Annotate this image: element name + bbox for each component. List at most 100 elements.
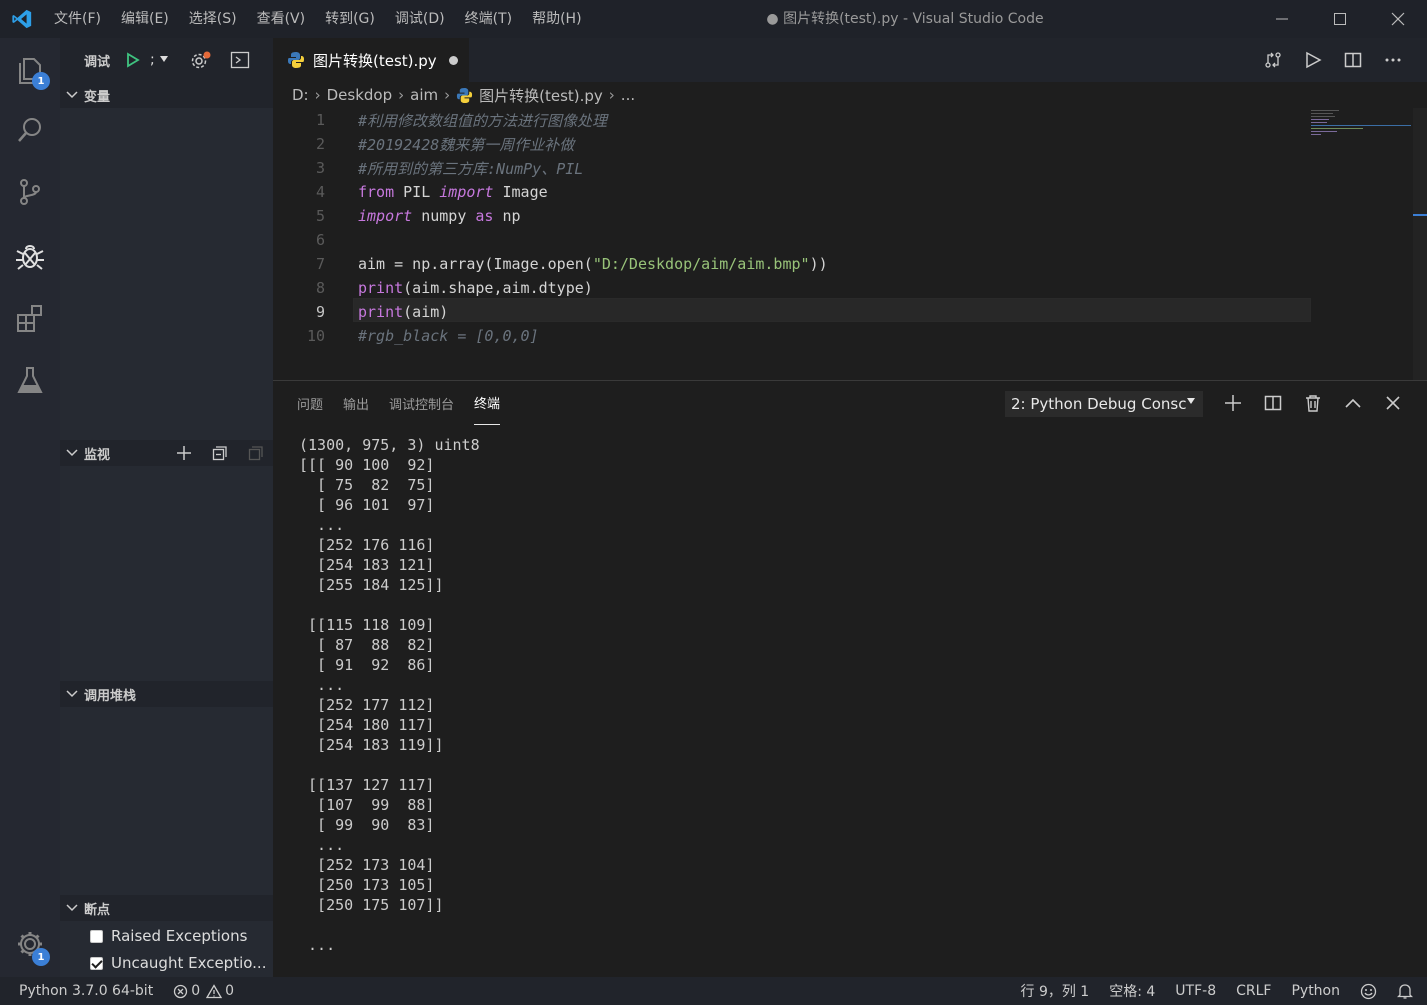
menu-terminal[interactable]: 终端(T) — [455, 0, 522, 38]
editor-scrollbar[interactable] — [1413, 108, 1427, 380]
warning-count: 0 — [225, 983, 235, 999]
play-icon — [127, 52, 140, 68]
chevron-up-icon — [1345, 398, 1361, 408]
debug-config-select[interactable]: ; — [148, 50, 170, 72]
breadcrumb-folder-deskdop[interactable]: Deskdop — [327, 86, 393, 104]
open-launch-json-button[interactable] — [190, 50, 212, 74]
collapse-all-button[interactable] — [212, 445, 228, 465]
feedback-button[interactable] — [1350, 983, 1387, 1000]
minimize-button[interactable] — [1253, 0, 1311, 38]
tab-debug-console[interactable]: 调试控制台 — [389, 381, 454, 425]
breadcrumb-symbol[interactable]: ... — [621, 86, 635, 104]
run-file-button[interactable] — [1293, 38, 1333, 82]
menu-selection[interactable]: 选择(S) — [179, 0, 247, 38]
split-terminal-icon — [1264, 395, 1282, 411]
callstack-section-header[interactable]: 调用堆栈 — [60, 681, 273, 707]
chevron-down-icon — [60, 690, 84, 698]
python-interpreter[interactable]: Python 3.7.0 64-bit — [0, 983, 163, 999]
start-debugging-button[interactable] — [126, 52, 140, 72]
menu-file[interactable]: 文件(F) — [44, 0, 111, 38]
menu-go[interactable]: 转到(G) — [315, 0, 385, 38]
line-number: 10 — [306, 327, 325, 345]
menu-help[interactable]: 帮助(H) — [522, 0, 591, 38]
chevron-right-icon: › — [608, 86, 615, 104]
maximize-button[interactable] — [1311, 0, 1369, 38]
terminal-output[interactable]: (1300, 975, 3) uint8 [[[ 90 100 92] [ 75… — [299, 435, 480, 955]
chevron-down-icon — [60, 91, 84, 99]
end-of-line[interactable]: CRLF — [1226, 983, 1281, 999]
split-editor-button[interactable] — [1333, 38, 1373, 82]
minimap[interactable] — [1311, 108, 1411, 138]
breakpoints-section-header[interactable]: 断点 — [60, 895, 273, 921]
code-line: 1 #利用修改数组值的方法进行图像处理 — [273, 108, 1427, 132]
line-number: 4 — [315, 183, 325, 201]
breadcrumb-drive[interactable]: D: — [292, 86, 309, 104]
code-line: 10 #rgb_black = [0,0,0] — [273, 324, 1427, 348]
checkbox-checked[interactable] — [90, 956, 103, 970]
terminal-select[interactable]: 2: Python Debug Consc — [1005, 391, 1203, 417]
play-icon — [1306, 51, 1322, 69]
line-number: 6 — [315, 231, 325, 249]
indentation[interactable]: 空格: 4 — [1099, 981, 1165, 1001]
encoding[interactable]: UTF-8 — [1165, 983, 1226, 999]
tab-problems[interactable]: 问题 — [297, 381, 323, 425]
breakpoint-raised-exceptions[interactable]: Raised Exceptions — [60, 922, 273, 950]
tab-output[interactable]: 输出 — [343, 381, 369, 425]
vscode-logo-icon — [0, 0, 44, 38]
cursor-position[interactable]: 行 9，列 1 — [1011, 981, 1100, 1001]
breadcrumb-folder-aim[interactable]: aim — [410, 86, 438, 104]
menu-debug[interactable]: 调试(D) — [385, 0, 455, 38]
ellipsis-icon — [1385, 58, 1401, 62]
add-expression-button[interactable] — [176, 445, 192, 465]
code-line: 8 print(aim.shape,aim.dtype) — [273, 276, 1427, 300]
breadcrumb-file[interactable]: 图片转换(test).py — [479, 85, 603, 106]
tab-test-py[interactable]: 图片转换(test).py — [273, 38, 469, 82]
unsaved-dot-icon[interactable] — [448, 55, 458, 65]
line-text: import numpy as np — [358, 207, 521, 225]
close-panel-button[interactable] — [1373, 381, 1413, 425]
more-actions-button[interactable] — [1373, 38, 1413, 82]
collapse-all-icon — [212, 446, 227, 461]
checkbox[interactable] — [90, 929, 103, 943]
watch-section-header[interactable]: 监视 — [60, 440, 273, 466]
python-file-icon — [457, 87, 473, 103]
problems-indicator[interactable]: 0 0 — [163, 983, 244, 999]
manage-activity[interactable]: 1 — [0, 916, 60, 972]
language-mode[interactable]: Python — [1281, 983, 1350, 999]
test-activity[interactable] — [0, 352, 60, 408]
variables-section-header[interactable]: 变量 — [60, 82, 273, 108]
source-control-activity[interactable] — [0, 164, 60, 220]
settings-gear-icon — [191, 51, 211, 69]
extensions-activity[interactable] — [0, 290, 60, 346]
editor-actions — [1253, 38, 1413, 82]
debug-console-button[interactable] — [230, 50, 250, 74]
explorer-activity[interactable]: 1 — [0, 42, 60, 98]
explorer-badge: 1 — [32, 72, 50, 90]
tab-terminal[interactable]: 终端 — [474, 381, 501, 425]
close-window-button[interactable] — [1369, 0, 1427, 38]
remove-all-expressions-button[interactable] — [248, 445, 264, 465]
maximize-panel-button[interactable] — [1333, 381, 1373, 425]
chevron-down-icon — [60, 904, 84, 912]
open-changes-button[interactable] — [1253, 38, 1293, 82]
breakpoint-uncaught-exceptions[interactable]: Uncaught Exceptio... — [60, 949, 273, 977]
menu-view[interactable]: 查看(V) — [247, 0, 316, 38]
breadcrumb: D: › Deskdop › aim › 图片转换(test).py › ... — [273, 82, 1427, 108]
notifications-button[interactable] — [1387, 983, 1427, 1000]
compare-changes-icon — [1265, 52, 1281, 68]
new-terminal-button[interactable] — [1213, 381, 1253, 425]
line-text: #rgb_black = [0,0,0] — [358, 327, 539, 345]
menu-edit[interactable]: 编辑(E) — [111, 0, 179, 38]
debug-bug-icon — [16, 245, 44, 270]
chevron-right-icon: › — [398, 86, 405, 104]
search-activity[interactable] — [0, 102, 60, 158]
code-editor[interactable]: 1 #利用修改数组值的方法进行图像处理 2 #20192428魏来第一周作业补做 3… — [273, 108, 1427, 380]
split-terminal-button[interactable] — [1253, 381, 1293, 425]
editor-tab-bar: 图片转换(test).py — [273, 38, 1427, 82]
debug-activity[interactable] — [0, 228, 60, 284]
source-control-icon — [20, 179, 40, 205]
kill-terminal-button[interactable] — [1293, 381, 1333, 425]
trash-icon — [1306, 395, 1320, 412]
window-title: ● 图片转换(test).py - Visual Studio Code — [766, 11, 1044, 27]
menu-bar: 文件(F) 编辑(E) 选择(S) 查看(V) 转到(G) 调试(D) 终端(T… — [44, 0, 592, 38]
